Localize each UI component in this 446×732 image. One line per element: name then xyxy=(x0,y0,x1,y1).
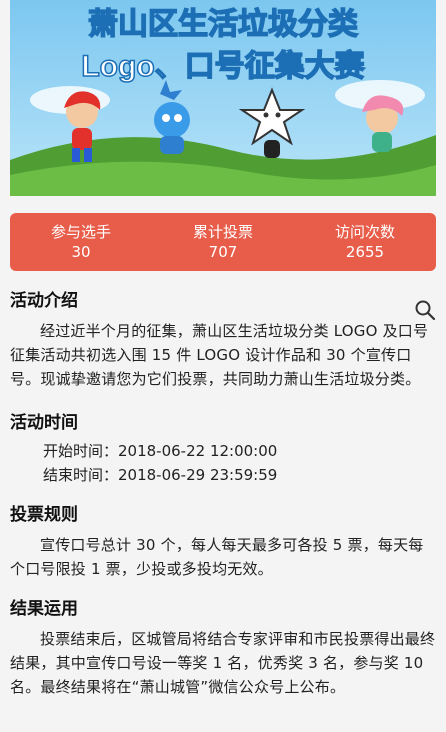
stat-label: 参与选手 xyxy=(50,223,111,241)
results-text: 投票结束后，区城管局将结合专家评审和市民投票得出最终结果，其中宣传口号设一等奖 … xyxy=(10,630,436,696)
section-title-results: 结果运用 xyxy=(10,599,78,619)
stat-votes: 累计投票 707 xyxy=(152,213,294,271)
section-title-time: 活动时间 xyxy=(10,413,78,433)
stat-visits: 访问次数 2655 xyxy=(294,213,436,271)
stat-value: 30 xyxy=(71,243,91,261)
intro-text: 经过近半个月的征集，萧山区生活垃圾分类 LOGO 及口号征集活动共初选入围 15… xyxy=(10,322,429,388)
section-title-intro: 活动介绍 xyxy=(10,291,78,311)
stat-label: 访问次数 xyxy=(334,223,395,241)
stat-value: 2655 xyxy=(345,243,385,261)
end-time: 结束时间：2018-06-29 23:59:59 xyxy=(43,466,278,484)
banner-title-line2: Logo、口号征集大赛 xyxy=(81,49,365,83)
banner-image: 萧山区生活垃圾分类 Logo、口号征集大赛 xyxy=(10,0,436,196)
stat-participants: 参与选手 30 xyxy=(10,213,152,271)
content-area: 活动介绍 经过近半个月的征集，萧山区生活垃圾分类 LOGO 及口号征集活动共初选… xyxy=(10,289,436,699)
rules-text: 宣传口号总计 30 个，每人每天最多可各投 5 票，每天每个口号限投 1 票，少… xyxy=(10,536,424,578)
stat-label: 累计投票 xyxy=(192,223,253,241)
section-title-rules: 投票规则 xyxy=(10,505,78,525)
start-time: 开始时间：2018-06-22 12:00:00 xyxy=(43,442,278,460)
stat-value: 707 xyxy=(208,243,238,261)
stats-bar: 参与选手 30 累计投票 707 访问次数 2655 xyxy=(10,213,436,271)
banner-title-line1: 萧山区生活垃圾分类 xyxy=(88,7,358,41)
